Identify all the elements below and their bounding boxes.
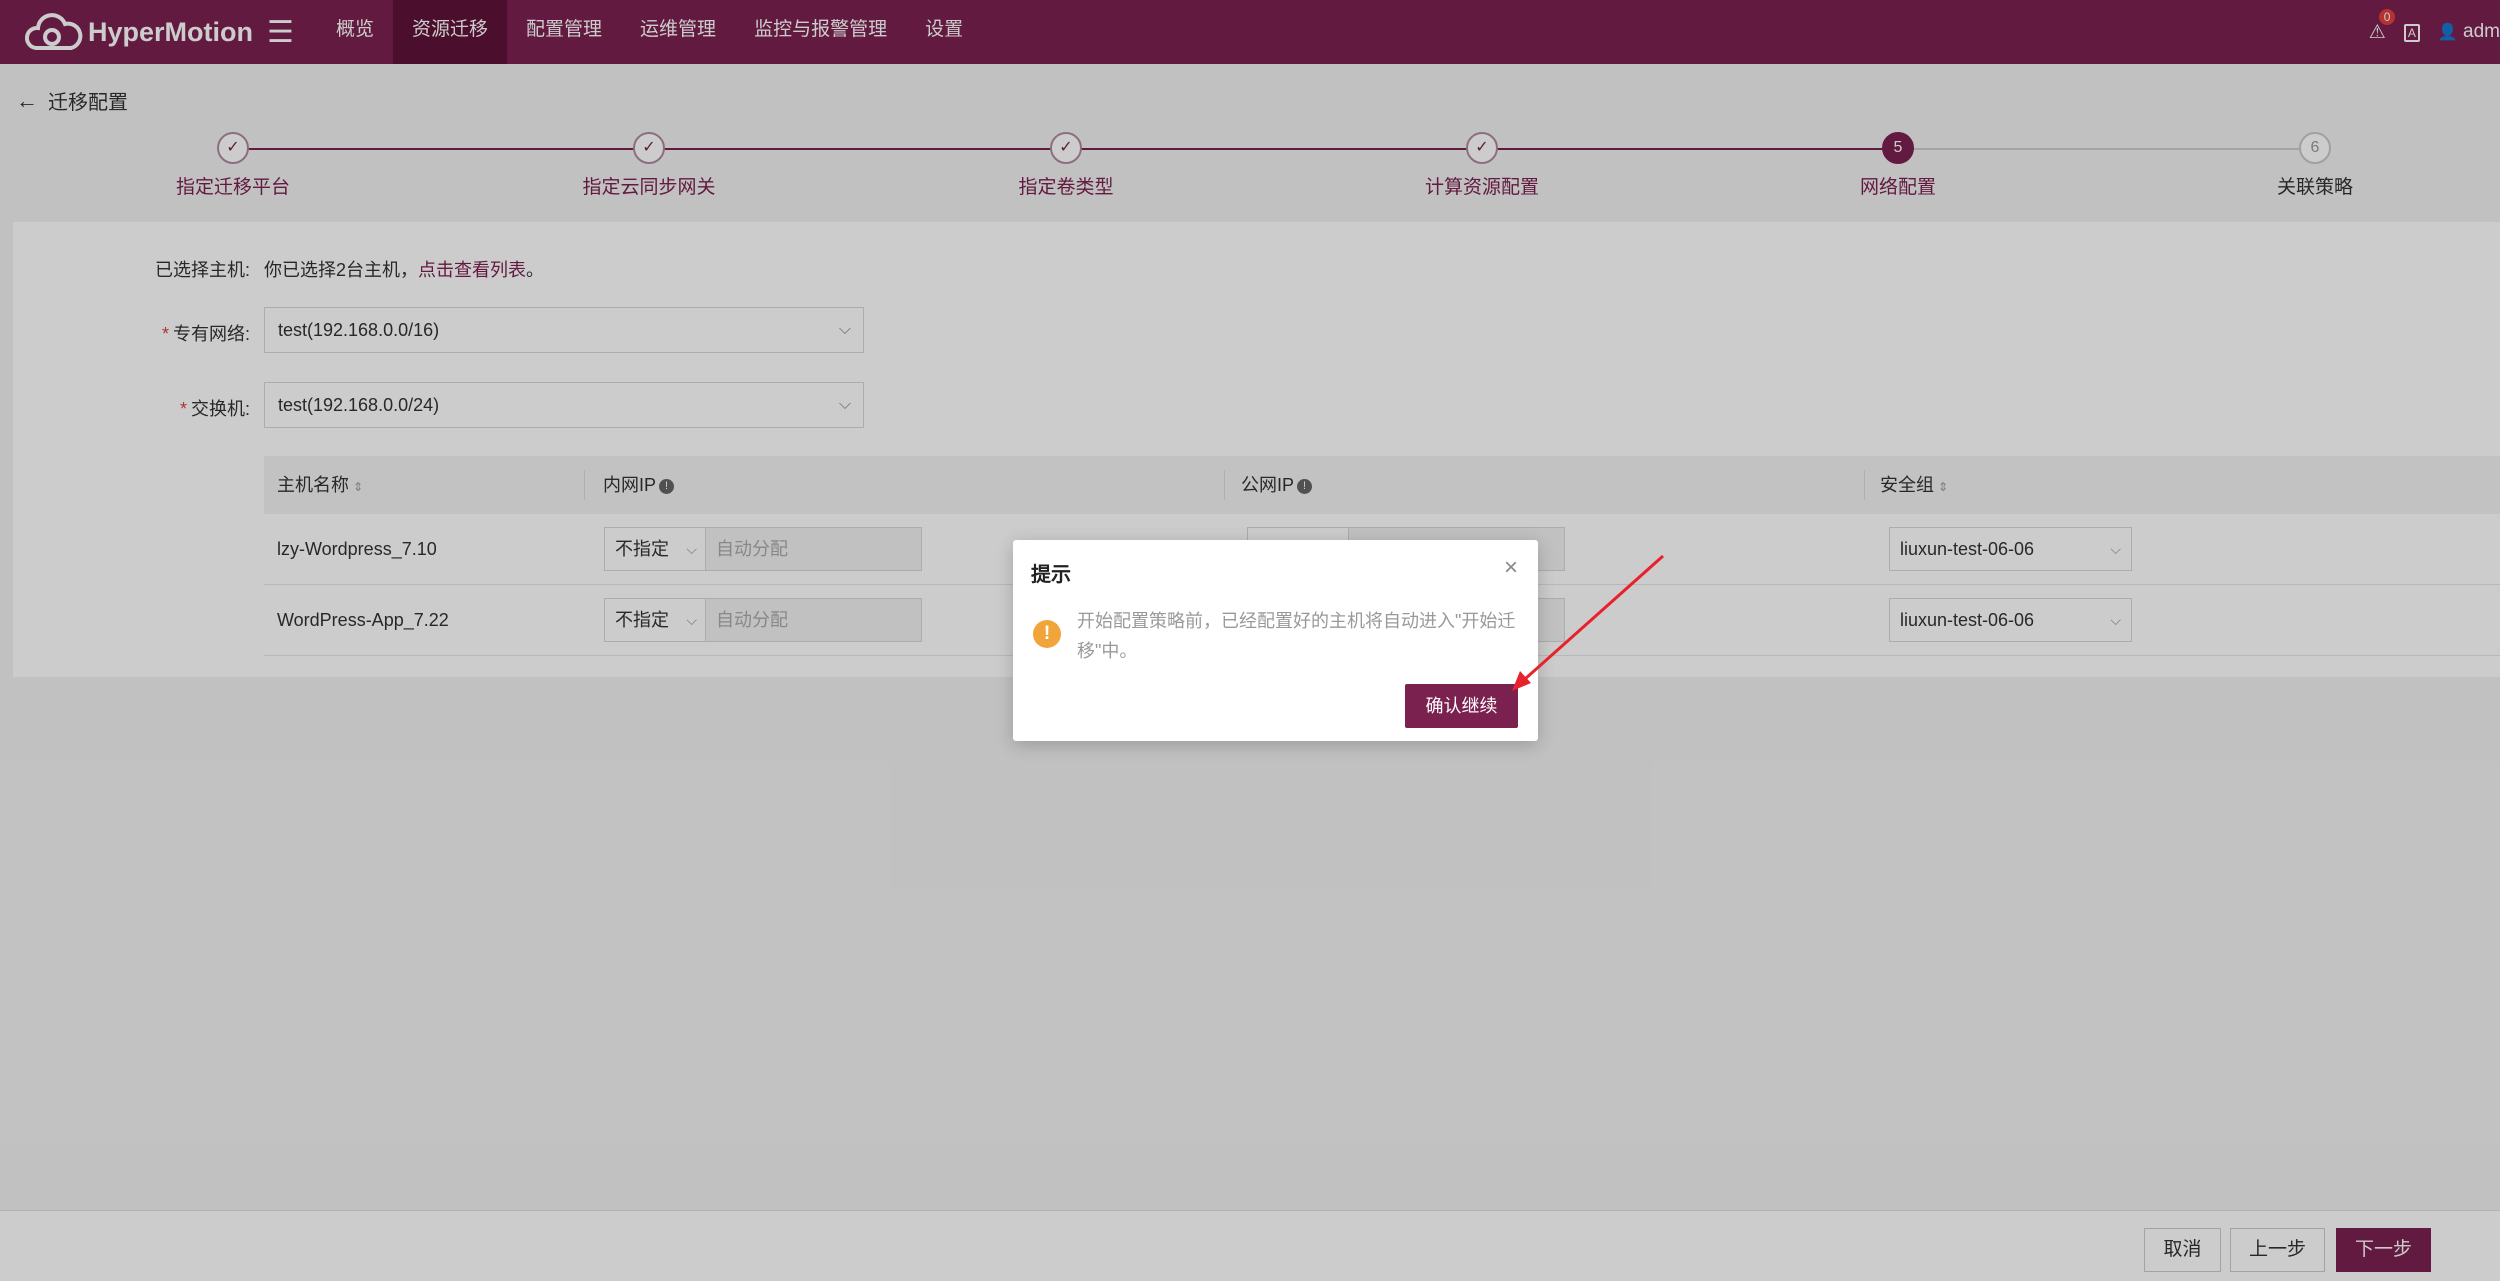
annotation-arrow-icon — [1512, 554, 1664, 691]
